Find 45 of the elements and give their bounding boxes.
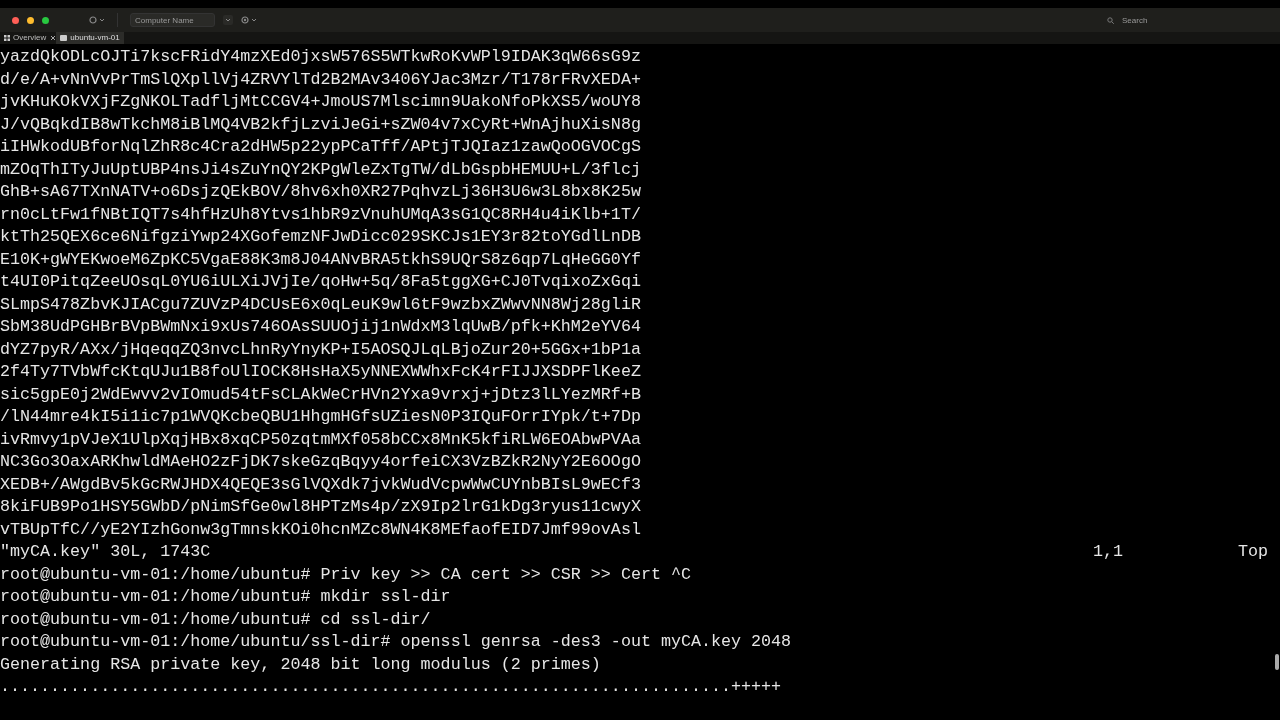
- editor-line: J/vQBqkdIB8wTkchM8iBlMQ4VB2kfjLzviJeGi+sZW04v7xCyRt+WnAjhuXisN8g: [0, 113, 641, 136]
- editor-line: t4UI0PitqZeeUOsqL0YU6iULXiJVjIe/qoHw+5q/8Fa5tggXG+CJ0TvqixoZxGqi: [0, 271, 641, 293]
- editor-line: rn0cLtFw1fNBtIQT7s4hfHzUh8Ytvs1hbR9zVnuhUMqA3sG1QC8RH4u4iKlb+1T/: [0, 203, 641, 226]
- editor-line: iIHWkodUBforNqlZhR8c4Cra2dHW5p22ypPCaTff/APtjTJQIaz1zawQoOGVOCgS: [0, 136, 641, 158]
- editor-line: dYZ7pyR/AXx/jHqeqqZQ3nvcLhnRyYnyKP+I5AOSQJLqLBjoZur20+5GGx+1bP1a: [0, 338, 641, 361]
- editor-line: yazdQkODLcOJTi7kscFRidY4mzXEd0jxsW576S5WTkwRoKvWPl9IDAK3qW66sG9z: [0, 46, 641, 68]
- shell-line: .........................................................................+++++: [0, 676, 782, 698]
- editor-line: ktTh25QEX6ce6NifgziYwp24XGofemzNFJwDicc029SKCJs1EY3r82toYGdlLnDB: [0, 226, 641, 248]
- shell-line: root@ubuntu-vm-01:/home/ubuntu# cd ssl-dir/: [0, 608, 431, 631]
- shell-line: root@ubuntu-vm-01:/home/ubuntu# mkdir ssl-dir: [0, 586, 451, 608]
- shell-line: root@ubuntu-vm-01:/home/ubuntu# Priv key >> CA cert >> CSR >> Cert ^C: [0, 563, 691, 586]
- editor-line: GhB+sA67TXnNATV+o6DsjzQEkBOV/8hv6xh0XR27PqhvzLj36H3U6w3L8bx8K25w: [0, 181, 641, 203]
- close-icon[interactable]: [50, 35, 57, 41]
- screen-icon: [60, 35, 68, 41]
- editor-line: d/e/A+vNnVvPrTmSlQXpllVj4ZRVYlTd2B2MAv3406YJac3Mzr/T178rFRvXEDA+: [0, 68, 641, 91]
- editor-line: /lN44mre4kI5i1ic7p1WVQKcbeQBU1HhgmHGfsUZiesN0P3IQuFOrrIYpk/t+7Dp: [0, 406, 641, 428]
- grid-icon: [4, 35, 10, 41]
- shell-line: Generating RSA private key, 2048 bit long modulus (2 primes): [0, 653, 601, 676]
- editor-line: jvKHuKOkVXjFZgNKOLTadfljMtCCGV4+JmoUS7Mlscimn9UakoNfoPkXS5/woUY8: [0, 91, 641, 113]
- cursor-position: 1,1: [1092, 541, 1123, 563]
- editor-line: ivRmvy1pVJeX1UlpXqjHBx8xqCP50zqtmMXf058bCCx8MnK5kfiRLW6EOAbwPVAa: [0, 428, 641, 451]
- editor-line: mZOqThITyJuUptUBP4nsJi4sZuYnQY2KPgWleZxTgTW/dLbGspbHEMUU+L/3flcj: [0, 158, 641, 181]
- editor-line: XEDB+/AWgdBv5kGcRWJHDX4QEQE3sGlVQXdk7jvkWudVcpwWwCUYnbBIsL9wECf3: [0, 473, 641, 496]
- editor-line: E10K+gWYEKwoeM6ZpKC5VgaE88K3m8J04ANvBRA5tkhS9UQrS8z6qp7LqHeGG0Yf: [0, 248, 641, 271]
- shell-line: root@ubuntu-vm-01:/home/ubuntu/ssl-dir# openssl genrsa -des3 -out myCA.key 2048: [0, 631, 792, 653]
- editor-line: SbM38UdPGHBrBVpBWmNxi9xUs746OAsSUUOjij1nWdxM3lqUwB/pfk+KhM2eYV64: [0, 316, 641, 338]
- tab[interactable]: ubuntu-vm-01: [56, 32, 124, 44]
- editor-line: NC3Go3OaxARKhwldMAeHO2zFjDK7skeGzqBqyy4orfeiCX3VzBZkR2NyY2E6OOgO: [0, 451, 641, 473]
- editor-line: 8kiFUB9Po1HSY5GWbD/pNimSfGe0wl8HPTzMs4p/zX9Ip2lrG1kDg3ryus11cwyX: [0, 496, 641, 518]
- scroll-position: Top: [1237, 541, 1268, 563]
- editor-line: vTBUpTfC//yE2YIzhGonw3gTmnskKOi0hcnMZc8WN4K8MEfaofEID7Jmf99ovAsl: [0, 518, 641, 541]
- minimize-button[interactable]: [27, 16, 34, 24]
- zoom-button[interactable]: [42, 16, 49, 24]
- close-button[interactable]: [12, 16, 19, 24]
- chevron-down-icon[interactable]: [223, 15, 233, 25]
- editor-line: sic5gpE0j2WdEwvv2vIOmud54tFsCLAkWeCrHVn2Yxa9vrxj+jDtz3lLYezMRf+B: [0, 383, 641, 406]
- search-icon: [1107, 16, 1114, 24]
- computer-name-field[interactable]: Computer Name: [130, 13, 215, 27]
- status-file-info: "myCA.key" 30L, 1743C: [0, 541, 211, 563]
- search-field[interactable]: Search: [1122, 13, 1272, 27]
- editor-line: SLmpS478ZbvKJIACgu7ZUVzP4DCUsE6x0qLeuK9wl6tF9wzbxZWwvNN8Wj28gliR: [0, 293, 641, 316]
- editor-line: 2f4Ty7TVbWfcKtqUJu1B8foUlIOCK8HsHaX5yNNEXWWhxFcK4rFIJJXSDPFlKeeZ: [0, 361, 641, 383]
- play-dropdown-icon[interactable]: [241, 16, 257, 24]
- tab[interactable]: Overview: [0, 32, 51, 44]
- scrollbar-thumb[interactable]: [1275, 654, 1279, 670]
